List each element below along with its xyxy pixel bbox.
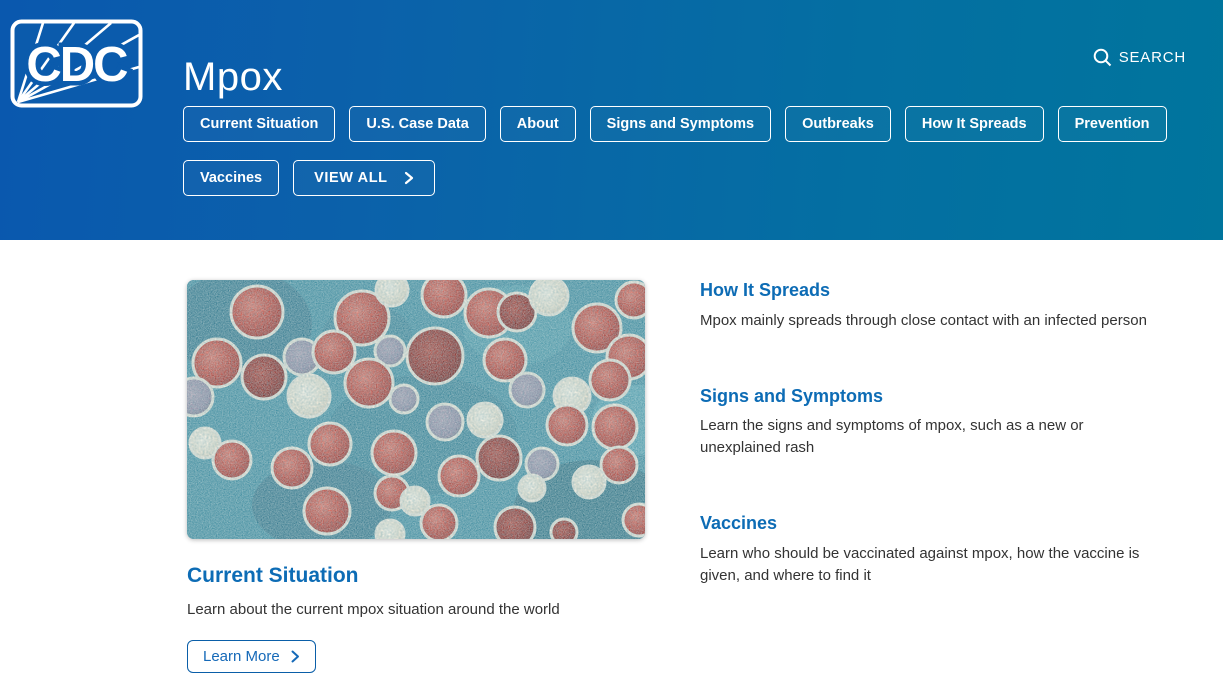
nav-item-how-it-spreads[interactable]: How It Spreads (905, 106, 1044, 142)
view-all-label: VIEW ALL (314, 170, 388, 186)
search-icon (1093, 48, 1112, 67)
chevron-right-icon (404, 171, 414, 185)
section-signs-and-symptoms: Signs and Symptoms Learn the signs and s… (700, 386, 1162, 460)
mpox-virus-micrograph-image (187, 280, 645, 539)
feature-card: Current Situation Learn about the curren… (187, 280, 645, 673)
view-all-button[interactable]: VIEW ALL (293, 160, 435, 196)
section-heading-link[interactable]: Signs and Symptoms (700, 386, 1162, 408)
nav-row-2: Vaccines VIEW ALL (183, 160, 1167, 196)
learn-more-label: Learn More (203, 648, 280, 665)
topic-links-column: How It Spreads Mpox mainly spreads throu… (700, 280, 1162, 673)
site-header: CDC Mpox SEARCH Current Situation U.S. C… (0, 0, 1223, 240)
nav-item-signs-and-symptoms[interactable]: Signs and Symptoms (590, 106, 771, 142)
section-heading-link[interactable]: Vaccines (700, 513, 1162, 535)
section-how-it-spreads: How It Spreads Mpox mainly spreads throu… (700, 280, 1162, 332)
section-description: Mpox mainly spreads through close contac… (700, 310, 1162, 332)
section-description: Learn who should be vaccinated against m… (700, 543, 1162, 587)
main-content: Current Situation Learn about the curren… (0, 240, 1223, 673)
search-label: SEARCH (1119, 49, 1186, 66)
cdc-logo-text: CDC (26, 38, 128, 92)
section-heading-link[interactable]: How It Spreads (700, 280, 1162, 302)
topic-nav: Current Situation U.S. Case Data About S… (183, 106, 1167, 196)
feature-description: Learn about the current mpox situation a… (187, 599, 645, 621)
nav-item-prevention[interactable]: Prevention (1058, 106, 1167, 142)
nav-item-vaccines[interactable]: Vaccines (183, 160, 279, 196)
section-description: Learn the signs and symptoms of mpox, su… (700, 415, 1162, 459)
nav-item-us-case-data[interactable]: U.S. Case Data (349, 106, 485, 142)
chevron-right-icon (291, 650, 300, 663)
search-button[interactable]: SEARCH (1093, 48, 1186, 67)
learn-more-button[interactable]: Learn More (187, 640, 316, 673)
page-title: Mpox (183, 55, 283, 99)
nav-item-current-situation[interactable]: Current Situation (183, 106, 335, 142)
nav-item-outbreaks[interactable]: Outbreaks (785, 106, 891, 142)
nav-item-about[interactable]: About (500, 106, 576, 142)
nav-row-1: Current Situation U.S. Case Data About S… (183, 106, 1167, 142)
section-vaccines: Vaccines Learn who should be vaccinated … (700, 513, 1162, 587)
feature-heading: Current Situation (187, 563, 645, 588)
cdc-logo[interactable]: CDC (10, 19, 143, 108)
